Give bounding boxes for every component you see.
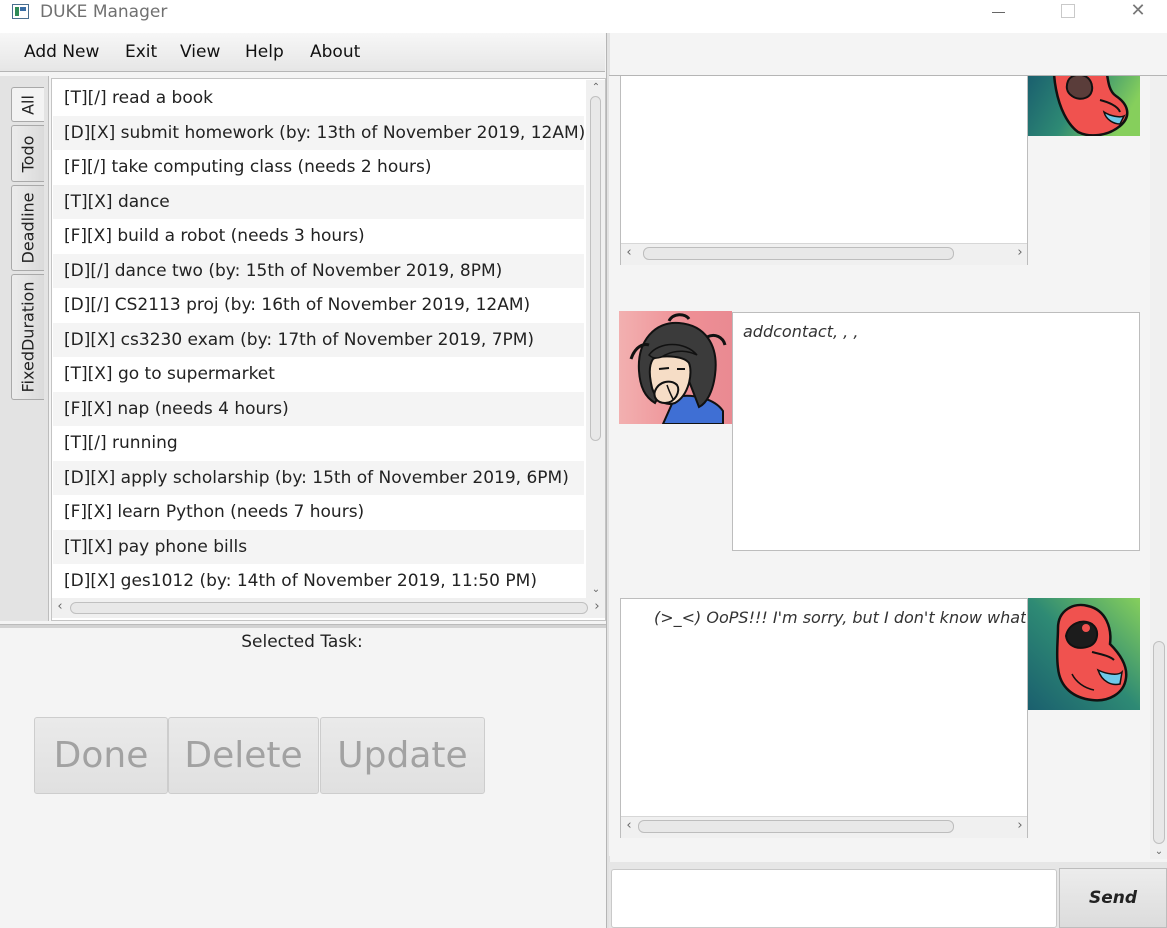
minimize-button[interactable] (975, 0, 1021, 26)
task-list-rows: [T][/] read a book [D][X] submit homewor… (53, 81, 584, 599)
task-row[interactable]: [T][/] running (53, 426, 584, 461)
task-row[interactable]: [D][X] cs3230 exam (by: 17th of November… (53, 322, 584, 357)
user-avatar (619, 311, 732, 424)
task-row[interactable]: [D][X] submit homework (by: 13th of Nove… (53, 115, 584, 150)
selected-task-label: Selected Task: (241, 632, 363, 652)
scroll-left-icon[interactable]: ‹ (52, 600, 68, 614)
task-row[interactable]: [T][X] dance (53, 184, 584, 219)
tab-fixedduration[interactable]: FixedDuration (11, 274, 44, 400)
menu-add-new[interactable]: Add New (24, 33, 99, 71)
delete-button[interactable]: Delete (168, 717, 319, 794)
tab-deadline[interactable]: Deadline (11, 185, 44, 271)
window-title: DUKE Manager (40, 2, 168, 22)
chat-scroll-thumb[interactable] (1153, 641, 1165, 844)
duke-message-text: (>_<) OoPS!!! I'm sorry, but I don't kno… (654, 608, 1026, 627)
message-scroll-thumb[interactable] (643, 247, 954, 260)
task-row[interactable]: [F][X] learn Python (needs 7 hours) (53, 495, 584, 530)
user-message-text: addcontact, , , (743, 322, 859, 341)
task-list-horizontal-thumb[interactable] (70, 602, 588, 614)
tab-all[interactable]: All (11, 87, 44, 122)
tab-all-label: All (18, 94, 38, 115)
task-row[interactable]: [D][X] apply scholarship (by: 15th of No… (53, 460, 584, 495)
close-button[interactable]: ✕ (1115, 0, 1161, 26)
menu-exit[interactable]: Exit (125, 33, 157, 71)
scroll-right-icon[interactable]: › (1012, 246, 1028, 260)
task-row[interactable]: [D][/] CS2113 proj (by: 16th of November… (53, 288, 584, 323)
done-button[interactable]: Done (34, 717, 168, 794)
tab-fixedduration-label: FixedDuration (18, 281, 38, 393)
task-row[interactable]: [F][X] build a robot (needs 3 hours) (53, 219, 584, 254)
scroll-right-icon[interactable]: › (1012, 819, 1028, 833)
user-message-bubble: addcontact, , , (732, 312, 1140, 551)
task-row[interactable]: [F][X] nap (needs 4 hours) (53, 391, 584, 426)
duke-message-bubble (620, 76, 1028, 265)
scroll-down-icon[interactable]: ⌄ (588, 583, 604, 597)
menu-about[interactable]: About (310, 33, 360, 71)
tab-todo[interactable]: Todo (11, 125, 44, 182)
message-input[interactable] (611, 869, 1057, 928)
scroll-right-icon[interactable]: › (589, 600, 605, 614)
duke-bird-avatar (1028, 76, 1140, 136)
tab-deadline-label: Deadline (18, 192, 38, 264)
task-row[interactable]: [T][/] read a book (53, 81, 584, 116)
task-list-scroll-thumb[interactable] (590, 96, 601, 441)
split-divider[interactable] (0, 624, 607, 628)
scroll-left-icon[interactable]: ‹ (621, 819, 637, 833)
task-row[interactable]: [F][/] take computing class (needs 2 hou… (53, 150, 584, 185)
scroll-left-icon[interactable]: ‹ (621, 246, 637, 260)
send-button[interactable]: Send (1059, 868, 1167, 928)
task-row[interactable]: [D][/] dance two (by: 15th of November 2… (53, 253, 584, 288)
task-row[interactable]: [T][X] go to supermarket (53, 357, 584, 392)
close-icon: ✕ (1130, 0, 1146, 21)
maximize-button[interactable] (1044, 0, 1090, 26)
update-button[interactable]: Update (320, 717, 485, 794)
scroll-up-icon[interactable]: ⌃ (588, 81, 604, 95)
duke-bird-avatar (1028, 598, 1140, 710)
message-scroll-thumb[interactable] (638, 820, 954, 833)
duke-message-bubble: (>_<) OoPS!!! I'm sorry, but I don't kno… (620, 598, 1028, 838)
menu-view[interactable]: View (180, 33, 220, 71)
tab-todo-label: Todo (18, 135, 38, 172)
app-window-icon (12, 4, 29, 19)
task-row[interactable]: [T][X] pay phone bills (53, 529, 584, 564)
menu-help[interactable]: Help (245, 33, 284, 71)
scroll-down-icon[interactable]: ⌄ (1151, 845, 1167, 859)
task-row[interactable]: [D][X] ges1012 (by: 14th of November 201… (53, 564, 584, 599)
